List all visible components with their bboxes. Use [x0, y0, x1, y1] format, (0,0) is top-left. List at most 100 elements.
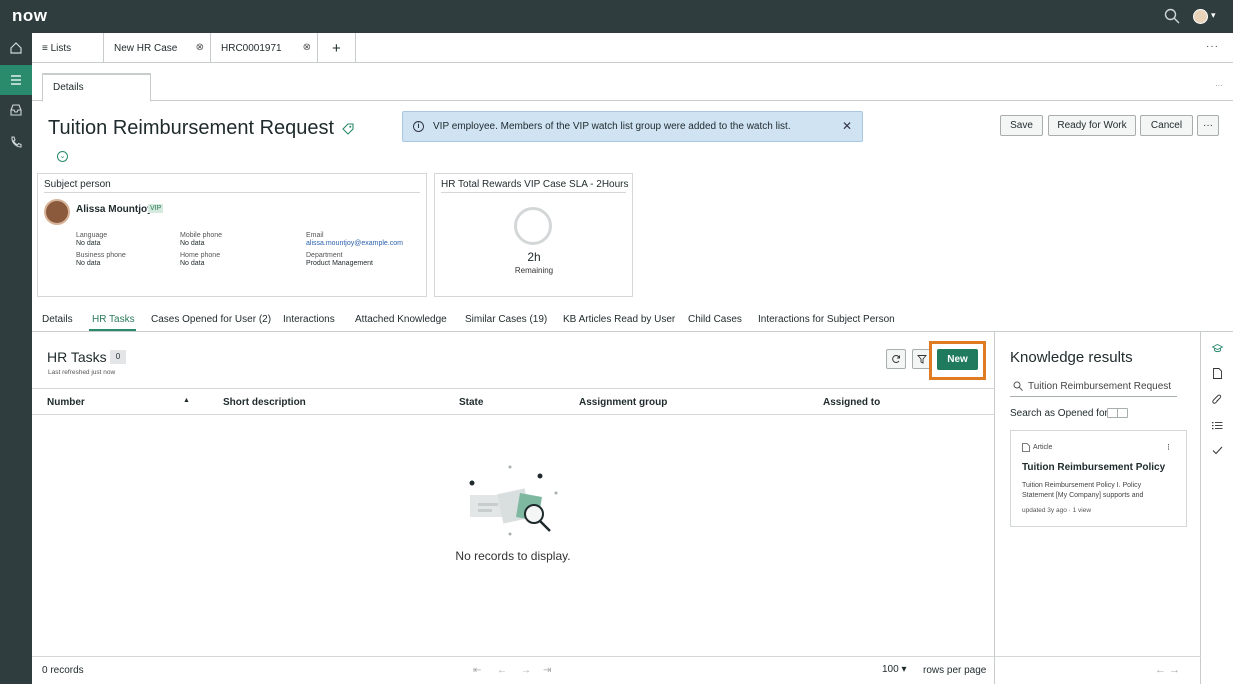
subject-person-card: Subject person Alissa Mountjoy VIP Langu…: [37, 173, 427, 297]
person-name[interactable]: Alissa Mountjoy: [76, 204, 153, 215]
tab-cases-opened-for-user[interactable]: Cases Opened for User (2): [151, 314, 271, 325]
chevron-down-icon[interactable]: ⌄: [57, 151, 68, 162]
tab-details[interactable]: Details: [42, 73, 151, 102]
tab-details[interactable]: Details: [42, 314, 73, 325]
home-icon[interactable]: [0, 33, 32, 63]
search-icon: [1013, 381, 1023, 391]
sla-remaining-label: Remaining: [514, 266, 554, 275]
close-tab-icon[interactable]: ⊗: [303, 42, 311, 53]
tab-label: ≡ Lists: [42, 42, 72, 54]
detail-more-icon[interactable]: ···: [1215, 81, 1223, 90]
knowledge-pager-icon[interactable]: ← →: [1155, 664, 1180, 676]
knowledge-article-card[interactable]: Article ⁝ Tuition Reimbursement Policy T…: [1010, 430, 1187, 527]
search-icon[interactable]: [1164, 8, 1180, 24]
page-title: Tuition Reimbursement Request: [48, 117, 335, 139]
department-value: Product Management: [306, 260, 373, 267]
search-as-opened-for-toggle[interactable]: [1107, 408, 1128, 418]
close-icon[interactable]: ✕: [842, 119, 852, 133]
tab-hr-tasks[interactable]: HR Tasks: [92, 314, 135, 325]
info-icon: i: [413, 121, 424, 132]
knowledge-panel: Knowledge results Tuition Reimbursement …: [994, 332, 1202, 684]
user-menu-caret-icon[interactable]: ▾: [1211, 10, 1216, 21]
mobile-phone-label: Mobile phone: [180, 232, 223, 239]
search-value: Tuition Reimbursement Request: [1028, 381, 1172, 392]
sort-ascending-icon[interactable]: ▲: [183, 397, 190, 404]
last-refreshed-text: Last refreshed just now: [48, 369, 116, 376]
phone-icon[interactable]: [0, 127, 32, 157]
ready-for-work-button[interactable]: Ready for Work: [1048, 115, 1136, 136]
home-phone-label: Home phone: [180, 252, 221, 259]
tab-similar-cases[interactable]: Similar Cases (19): [465, 314, 547, 325]
tab-kb-articles-read[interactable]: KB Articles Read by User: [563, 314, 675, 325]
document-icon[interactable]: [1211, 367, 1223, 379]
refresh-button[interactable]: [886, 349, 906, 369]
cancel-button[interactable]: Cancel: [1140, 115, 1193, 136]
column-assignment-group[interactable]: Assignment group: [579, 397, 667, 408]
email-label: Email: [306, 232, 324, 239]
tabs-more-icon[interactable]: ···: [1206, 41, 1219, 52]
tab-label: HRC0001971: [221, 42, 282, 54]
graduation-cap-icon[interactable]: [1211, 342, 1223, 354]
workspace: ≡ Lists New HR Case ⊗ HRC0001971 ⊗ + ···…: [32, 33, 1233, 684]
column-state[interactable]: State: [459, 397, 483, 408]
paperclip-icon[interactable]: [1211, 393, 1223, 405]
empty-state-illustration: [469, 465, 558, 536]
column-short-description[interactable]: Short description: [223, 397, 306, 408]
mobile-phone-value: No data: [180, 240, 205, 247]
article-type: Article: [1033, 444, 1053, 451]
tab-lists[interactable]: ≡ Lists: [32, 33, 104, 63]
checklist-icon[interactable]: [1211, 419, 1223, 431]
next-page-icon[interactable]: →: [521, 665, 531, 676]
rows-per-page-select[interactable]: 100 ▾: [882, 664, 906, 675]
tab-attached-knowledge[interactable]: Attached Knowledge: [355, 314, 447, 325]
tag-icon[interactable]: [342, 123, 354, 135]
kebab-menu-icon[interactable]: ⁝: [1167, 442, 1170, 453]
home-phone-value: No data: [180, 260, 205, 267]
column-number[interactable]: Number: [47, 397, 85, 408]
divider: [32, 656, 994, 657]
divider: [441, 192, 626, 193]
rows-per-page-label: rows per page: [923, 665, 987, 676]
document-icon: [1022, 443, 1030, 452]
avatar[interactable]: [44, 199, 70, 225]
banner-text: VIP employee. Members of the VIP watch l…: [433, 121, 791, 132]
checkmark-icon[interactable]: [1211, 444, 1223, 456]
divider: [995, 656, 1202, 657]
tab-interactions[interactable]: Interactions: [283, 314, 335, 325]
now-logo[interactable]: now: [12, 6, 48, 26]
inbox-icon[interactable]: [0, 95, 32, 125]
close-tab-icon[interactable]: ⊗: [196, 42, 204, 53]
divider: [44, 192, 420, 193]
tab-new-hr-case[interactable]: New HR Case ⊗: [104, 33, 211, 63]
top-header: now ▾: [0, 0, 1233, 33]
user-avatar[interactable]: [1193, 9, 1208, 24]
vip-banner: i VIP employee. Members of the VIP watch…: [402, 111, 863, 142]
language-value: No data: [76, 240, 101, 247]
left-rail: [0, 33, 32, 684]
article-title[interactable]: Tuition Reimbursement Policy: [1022, 462, 1165, 473]
save-button[interactable]: Save: [1000, 115, 1043, 136]
new-button[interactable]: New: [937, 349, 978, 370]
contextual-side-rail: [1201, 332, 1233, 684]
previous-page-icon[interactable]: ←: [497, 665, 507, 676]
tab-child-cases[interactable]: Child Cases: [688, 314, 742, 325]
column-assigned-to[interactable]: Assigned to: [823, 397, 880, 408]
email-link[interactable]: alissa.mountjoy@example.com: [306, 240, 403, 247]
record-tabbar: Details ···: [32, 63, 1233, 102]
sla-timer-ring: [514, 207, 552, 245]
filter-icon: [917, 355, 927, 364]
department-label: Department: [306, 252, 343, 259]
first-page-icon[interactable]: ⇤: [473, 665, 481, 676]
knowledge-title: Knowledge results: [1010, 349, 1133, 366]
knowledge-search-input[interactable]: Tuition Reimbursement Request: [1010, 377, 1177, 397]
list-icon[interactable]: [0, 65, 32, 95]
add-tab-icon[interactable]: +: [318, 33, 356, 63]
tab-hrc0001971[interactable]: HRC0001971 ⊗: [211, 33, 318, 63]
last-page-icon[interactable]: ⇥: [543, 665, 551, 676]
sla-value: 2h: [527, 250, 541, 264]
article-meta: updated 3y ago · 1 view: [1022, 507, 1092, 514]
empty-state-text: No records to display.: [455, 549, 571, 563]
tab-interactions-for-subject-person[interactable]: Interactions for Subject Person: [758, 314, 895, 325]
more-actions-button[interactable]: ···: [1197, 115, 1219, 136]
table-header: Number ▲ Short description State Assignm…: [32, 388, 994, 415]
